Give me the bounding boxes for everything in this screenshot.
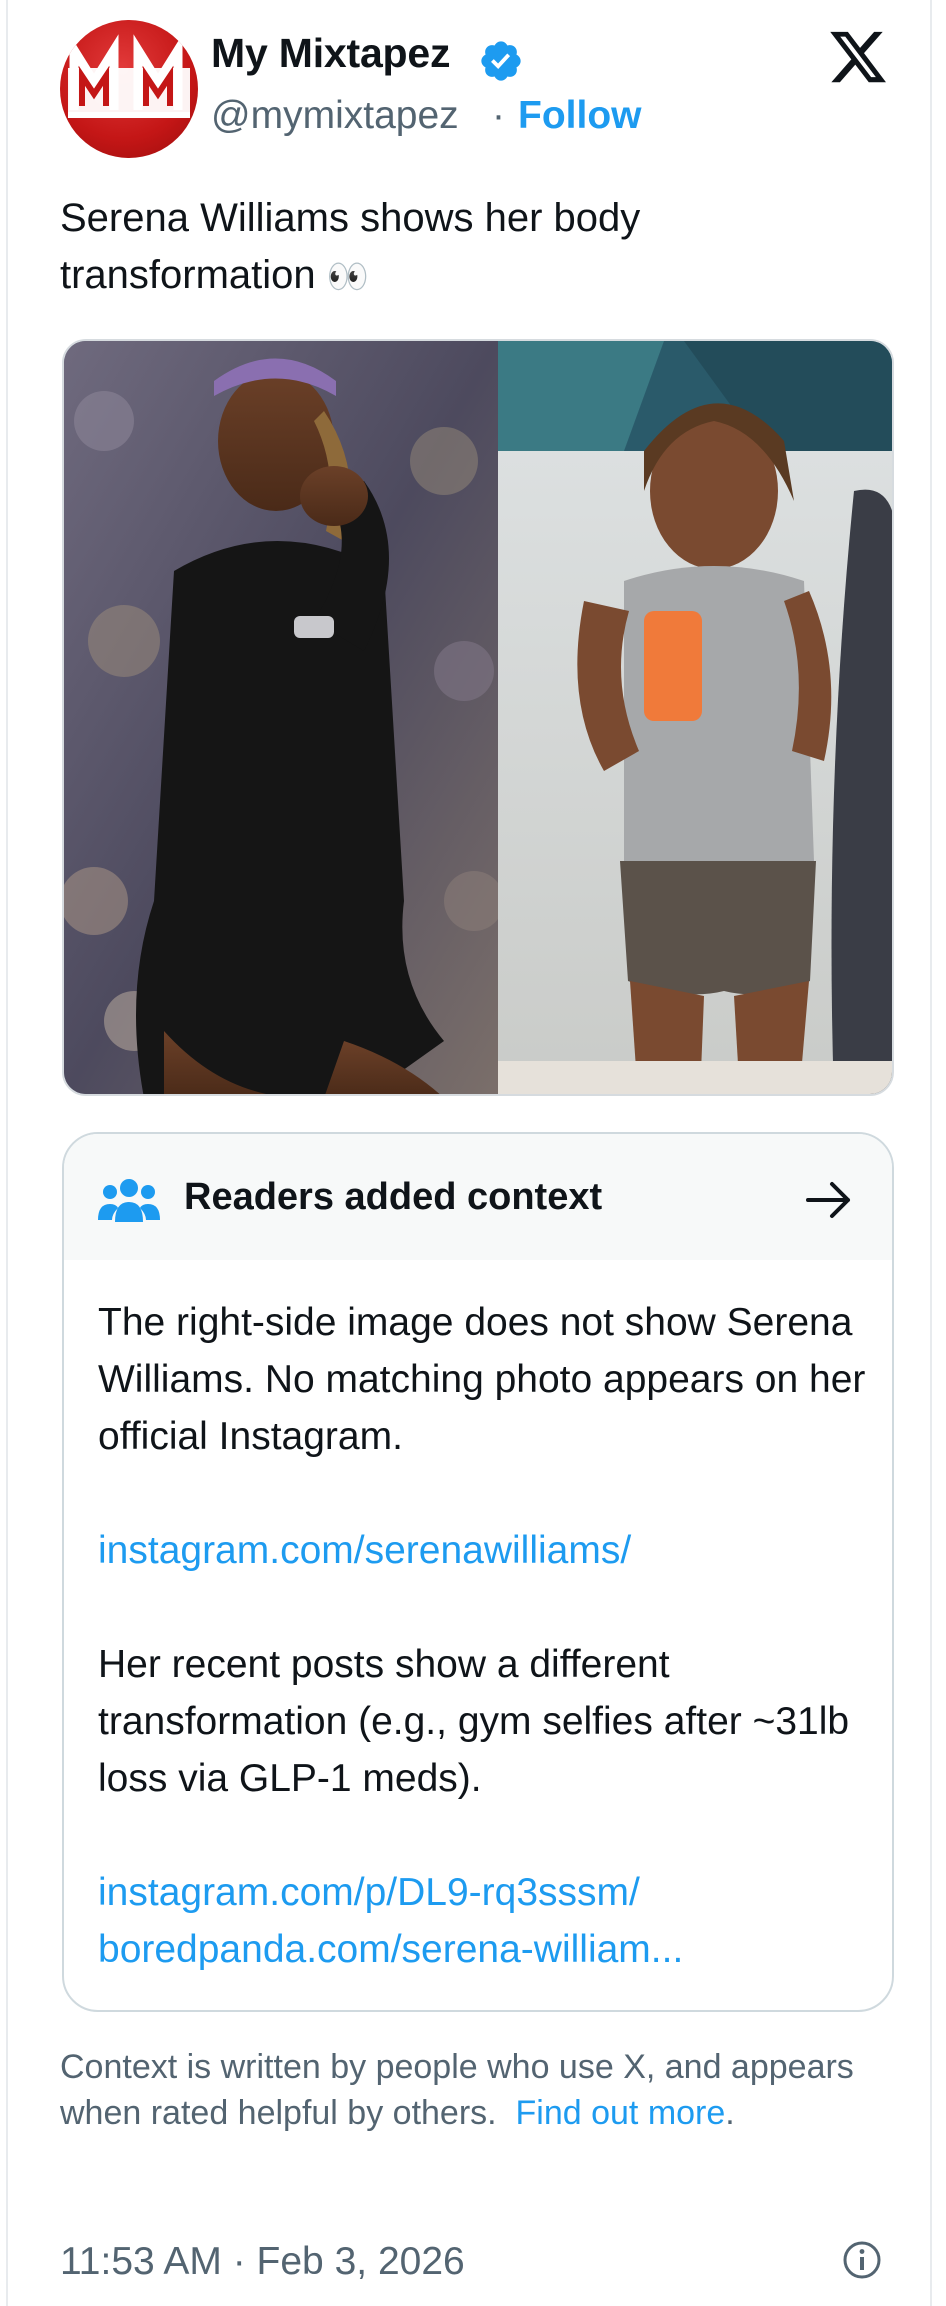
right-photo[interactable]: [498, 341, 894, 1096]
verified-badge-icon: [481, 41, 521, 81]
x-logo-icon[interactable]: [826, 26, 890, 88]
note-link-instagram-profile[interactable]: instagram.com/serenawilliams/: [98, 1529, 631, 1572]
note-link-boredpanda[interactable]: boredpanda.com/serena-william...: [98, 1928, 683, 1971]
note-link-instagram-post[interactable]: instagram.com/p/DL9-rq3sssm/: [98, 1871, 640, 1914]
context-disclaimer: Context is written by people who use X, …: [60, 2044, 890, 2136]
note-paragraph: Her recent posts show a different transf…: [98, 1643, 850, 1800]
author-handle[interactable]: @mymixtapez: [211, 94, 459, 138]
left-photo[interactable]: [64, 341, 504, 1096]
post-timestamp[interactable]: 11:53 AM · Feb 3, 2026: [60, 2240, 465, 2284]
find-out-more-link[interactable]: Find out more: [516, 2094, 726, 2132]
separator-dot: ·: [492, 94, 505, 137]
disclaimer-text: Context is written by people who use X, …: [60, 2048, 854, 2132]
arrow-right-icon[interactable]: [804, 1178, 854, 1222]
community-note-title: Readers added context: [184, 1176, 603, 1218]
mm-logo-icon: [68, 34, 190, 118]
community-note[interactable]: Readers added context The right-side ima…: [62, 1132, 894, 2012]
community-note-header[interactable]: Readers added context: [64, 1134, 892, 1260]
follow-button[interactable]: Follow: [518, 94, 641, 138]
post-card: My Mixtapez @mymixtapez · Follow Serena …: [6, 0, 932, 2306]
author-name[interactable]: My Mixtapez: [211, 30, 450, 77]
disclaimer-period: .: [725, 2094, 735, 2132]
tweet-text: Serena Williams shows her body transform…: [60, 190, 880, 306]
eyes-emoji-icon: 👀: [326, 257, 370, 297]
info-icon[interactable]: [842, 2240, 882, 2280]
avatar[interactable]: [60, 20, 198, 158]
media-grid[interactable]: [62, 339, 894, 1096]
community-note-body: The right-side image does not show Seren…: [98, 1294, 868, 1978]
people-icon: [98, 1179, 160, 1222]
note-paragraph: The right-side image does not show Seren…: [98, 1301, 866, 1458]
